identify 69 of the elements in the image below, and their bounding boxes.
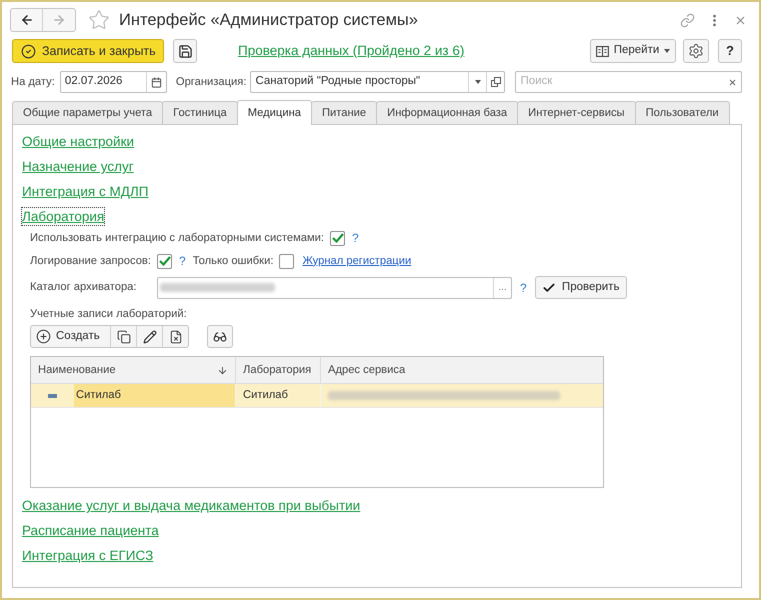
save-close-button[interactable]: Записать и закрыть [12,39,164,63]
panel-icon [596,46,609,56]
document-x-icon [168,330,182,344]
pencil-icon [142,330,156,344]
check-button[interactable]: Проверить [534,276,627,299]
help-link[interactable]: ? [179,252,186,270]
caret-icon [474,80,481,84]
link-icon[interactable] [680,12,695,28]
dash-icon [48,394,57,398]
organization-label: Организация: [176,74,246,90]
tab[interactable]: Общие параметры учета [12,101,164,124]
archiver-label: Каталог архиватора: [30,280,137,296]
help-link[interactable]: ? [352,229,359,247]
window-title: Интерфейс «Администратор системы» [119,10,418,31]
integration-label: Использовать интеграцию с лабораторными системами: [30,230,324,246]
settings-icon [688,43,704,59]
forward-arrow-icon [52,13,66,27]
accounts-label: Учетные записи лабораторий: [30,306,187,322]
column-header[interactable]: Адрес сервиса [321,357,603,383]
check-icon [542,280,556,294]
clear-icon[interactable] [728,78,736,86]
save-button[interactable] [173,39,197,63]
glasses-icon [213,330,227,344]
table-cell: Ситилаб [236,384,321,407]
section-link[interactable]: Расписание пациента [22,522,159,539]
archiver-path-field[interactable]: ... [157,276,512,298]
section-link[interactable]: Интеграция с МДЛП [22,183,148,200]
tab[interactable]: Информационная база [376,101,518,124]
checkbox[interactable] [157,254,172,268]
column-header[interactable]: Лаборатория [236,357,321,383]
tab[interactable]: Интернет-сервисы [517,101,636,124]
star-icon[interactable] [88,9,110,31]
section-link[interactable]: Общие настройки [22,133,134,150]
date-label: На дату: [11,74,55,90]
checkbox[interactable] [330,230,346,246]
caret-icon [664,49,670,53]
organization-field[interactable]: Санаторий "Родные просторы" [250,71,506,93]
column-header[interactable]: Наименование [38,362,116,378]
close-icon[interactable] [734,14,747,26]
view-button[interactable] [207,325,233,348]
table-row[interactable]: Ситилаб Ситилаб [31,384,603,408]
overlapping-squares-icon [490,77,501,87]
section-link[interactable]: Назначение услуг [22,158,134,175]
date-field[interactable]: 02.07.2026 [60,71,167,93]
copy-icon [116,330,130,344]
check-icon [332,233,344,243]
select-button[interactable]: ... [493,278,511,298]
sort-arrow-icon[interactable] [217,364,228,376]
tab[interactable]: Гостиница [162,101,238,124]
help-button[interactable]: ? [718,39,742,63]
tab[interactable]: Питание [310,101,378,124]
tab[interactable]: Медицина [236,100,312,125]
check-circle-icon [21,44,36,58]
section-link[interactable]: Лаборатория [22,208,104,225]
table-cell: Ситилаб [74,384,235,407]
section-link[interactable]: Оказание услуг и выдача медикаментов при выбытии [22,497,360,514]
settings-button[interactable] [683,39,709,63]
checkbox[interactable] [279,254,294,268]
plus-circle-icon [36,329,51,344]
tab[interactable]: Пользователи [634,101,730,124]
errors-only-label: Только ошибки: [192,254,274,269]
calendar-icon [150,76,162,88]
check-icon [158,256,170,266]
section-link[interactable]: Интеграция с ЕГИСЗ [22,547,154,564]
journal-link[interactable]: Журнал регистрации [302,252,412,270]
logging-label: Логирование запросов: [30,254,151,269]
help-link[interactable]: ? [520,278,527,296]
data-check-link[interactable]: Проверка данных (Пройдено 2 из 6) [238,40,464,62]
goto-button[interactable]: Перейти [590,39,676,63]
